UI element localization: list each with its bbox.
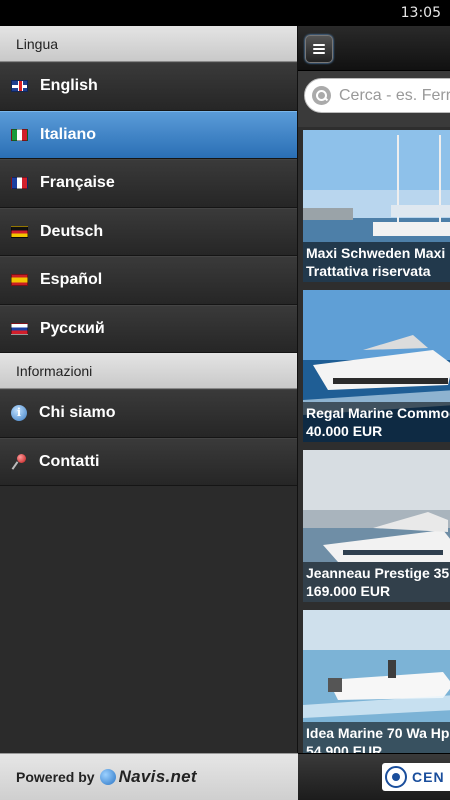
brand-badge[interactable]: CEN bbox=[382, 763, 450, 791]
hamburger-icon bbox=[313, 48, 325, 50]
listing-caption: Maxi Schweden Maxi 1200 Trattativa riser… bbox=[303, 242, 450, 282]
language-label: Español bbox=[40, 271, 103, 289]
language-item-francaise[interactable]: Française bbox=[0, 159, 297, 208]
navis-logo-text: Navis.net bbox=[118, 767, 197, 786]
powered-by-text: Powered by bbox=[16, 769, 95, 785]
map-pin-icon bbox=[11, 453, 27, 470]
listing-price: 40.000 EUR bbox=[306, 423, 383, 439]
language-label: Русский bbox=[40, 319, 105, 337]
hamburger-icon bbox=[313, 52, 325, 54]
listing-title: Regal Marine Commodore bbox=[306, 405, 450, 421]
info-label: Chi siamo bbox=[39, 404, 116, 422]
listing-grid: Maxi Schweden Maxi 1200 Trattativa riser… bbox=[303, 130, 450, 770]
status-bar: 13:05 bbox=[0, 0, 450, 26]
language-label: English bbox=[40, 77, 98, 95]
listing-title: Jeanneau Prestige 35 bbox=[306, 565, 450, 581]
navis-logo[interactable]: Navis.net bbox=[99, 767, 197, 787]
italy-flag-icon bbox=[11, 128, 28, 141]
search-input[interactable] bbox=[339, 86, 450, 105]
france-flag-icon bbox=[11, 177, 28, 190]
listing-card[interactable]: Maxi Schweden Maxi 1200 Trattativa riser… bbox=[303, 130, 450, 282]
russia-flag-icon bbox=[11, 322, 28, 335]
info-item-chi-siamo[interactable]: i Chi siamo bbox=[0, 389, 297, 438]
main-header bbox=[298, 26, 450, 71]
listing-caption: Regal Marine Commodore 40.000 EUR bbox=[303, 402, 450, 442]
hamburger-icon bbox=[313, 44, 325, 46]
language-item-italiano[interactable]: Italiano bbox=[0, 110, 297, 159]
language-section-header: Lingua bbox=[0, 26, 297, 62]
listing-card[interactable]: Idea Marine 70 Wa Hp 54.900 EUR bbox=[303, 610, 450, 762]
anchor-emblem-icon bbox=[385, 766, 407, 788]
status-time: 13:05 bbox=[400, 5, 441, 21]
language-label: Italiano bbox=[40, 125, 97, 143]
listing-price: Trattativa riservata bbox=[306, 263, 431, 279]
listing-card[interactable]: Jeanneau Prestige 35 169.000 EUR bbox=[303, 450, 450, 602]
germany-flag-icon bbox=[11, 225, 28, 238]
listing-price: 169.000 EUR bbox=[306, 583, 391, 599]
listing-caption: Jeanneau Prestige 35 169.000 EUR bbox=[303, 562, 450, 602]
main-content: Maxi Schweden Maxi 1200 Trattativa riser… bbox=[298, 26, 450, 800]
info-label: Contatti bbox=[39, 452, 100, 470]
language-label: Deutsch bbox=[40, 222, 104, 240]
search-row bbox=[298, 71, 450, 127]
search-box[interactable] bbox=[304, 78, 450, 113]
info-item-contatti[interactable]: Contatti bbox=[0, 437, 297, 486]
drawer-footer: Powered by Navis.net bbox=[0, 753, 298, 800]
globe-icon bbox=[99, 769, 116, 785]
menu-toggle-button[interactable] bbox=[305, 35, 333, 63]
language-item-espanol[interactable]: Español bbox=[0, 256, 297, 305]
bottom-bar: CEN bbox=[298, 753, 450, 800]
uk-flag-icon bbox=[11, 80, 28, 93]
brand-text: CEN bbox=[412, 769, 445, 785]
language-item-russian[interactable]: Русский bbox=[0, 304, 297, 353]
spain-flag-icon bbox=[11, 274, 28, 287]
listing-card[interactable]: Regal Marine Commodore 40.000 EUR bbox=[303, 290, 450, 442]
navigation-drawer: Lingua English Italiano Française Deutsc… bbox=[0, 26, 298, 800]
info-section-header: Informazioni bbox=[0, 353, 297, 389]
listing-title: Idea Marine 70 Wa Hp bbox=[306, 725, 450, 741]
info-icon: i bbox=[11, 405, 27, 422]
search-icon bbox=[312, 86, 331, 105]
listing-title: Maxi Schweden Maxi 1200 bbox=[306, 245, 450, 261]
language-item-deutsch[interactable]: Deutsch bbox=[0, 207, 297, 256]
language-label: Française bbox=[40, 174, 115, 192]
language-item-english[interactable]: English bbox=[0, 62, 297, 111]
